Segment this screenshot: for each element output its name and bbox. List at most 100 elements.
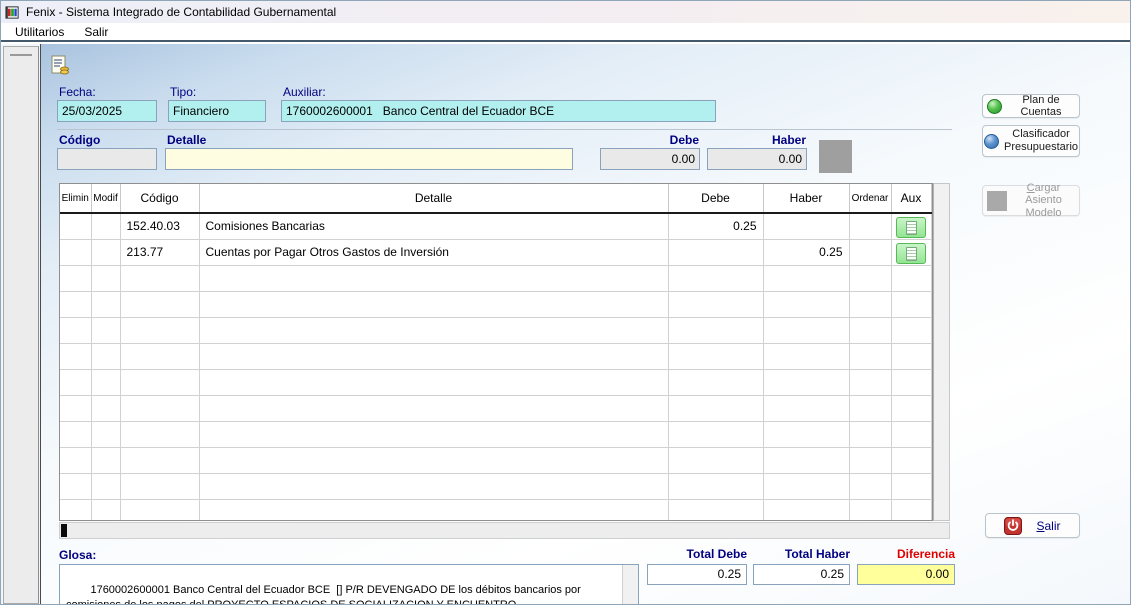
entry-row[interactable]: 152.40.03 Comisiones Bancarias 0.25 — [60, 213, 932, 240]
cell-haber — [763, 343, 850, 370]
col-aux: Aux — [891, 184, 932, 214]
gray-square-icon — [987, 190, 1007, 211]
cell-modif — [91, 213, 121, 240]
auxiliar-label: Auxiliar: — [283, 85, 326, 99]
empty-row[interactable] — [60, 369, 932, 396]
cell-debe — [668, 265, 764, 292]
col-modif: Modif — [91, 184, 121, 214]
auxiliar-field[interactable]: 1760002600001 Banco Central del Ecuador … — [281, 100, 716, 122]
entries-table: Elimin Modif Código Detalle Debe Haber O… — [59, 183, 933, 521]
tipo-field[interactable]: Financiero — [168, 100, 266, 122]
entry-row[interactable]: 213.77 Cuentas por Pagar Otros Gastos de … — [60, 239, 932, 266]
glosa-textarea[interactable]: 1760002600001 Banco Central del Ecuador … — [59, 564, 639, 605]
empty-row[interactable] — [60, 473, 932, 500]
empty-row[interactable] — [60, 265, 932, 292]
empty-row[interactable] — [60, 499, 932, 520]
cell-elimin — [60, 317, 92, 344]
separator-line — [57, 129, 952, 130]
glosa-text: 1760002600001 Banco Central del Ecuador … — [66, 583, 584, 605]
cell-haber — [763, 447, 850, 474]
fecha-field[interactable]: 25/03/2025 — [57, 100, 157, 122]
cell-ordenar — [849, 343, 892, 370]
cell-aux — [891, 473, 932, 500]
cell-haber: 0.25 — [763, 239, 850, 266]
codigo-input[interactable] — [57, 148, 157, 170]
title-bar: Fenix - Sistema Integrado de Contabilida… — [1, 1, 1130, 23]
left-splitter-panel[interactable] — [3, 46, 39, 604]
cell-codigo — [120, 317, 200, 344]
cell-modif — [91, 421, 121, 448]
empty-row[interactable] — [60, 343, 932, 370]
cell-aux — [891, 369, 932, 396]
cell-debe — [668, 473, 764, 500]
tipo-label: Tipo: — [170, 85, 197, 99]
cell-aux — [891, 239, 932, 266]
menu-utilitarios[interactable]: Utilitarios — [7, 24, 72, 40]
cell-elimin — [60, 213, 92, 240]
cell-ordenar — [849, 473, 892, 500]
plan-de-cuentas-button[interactable]: Plan de Cuentas — [982, 94, 1080, 118]
cell-codigo — [120, 343, 200, 370]
balance-status-square — [819, 140, 852, 173]
splitter-grip[interactable] — [10, 54, 32, 56]
empty-row[interactable] — [60, 421, 932, 448]
total-debe-label: Total Debe — [686, 547, 747, 561]
document-icon — [905, 246, 917, 261]
cell-elimin — [60, 369, 92, 396]
cell-modif — [91, 499, 121, 520]
cell-haber — [763, 421, 850, 448]
power-icon — [1004, 516, 1023, 535]
aux-document-button[interactable] — [896, 242, 926, 264]
cell-debe — [668, 317, 764, 344]
cell-debe — [668, 499, 764, 520]
empty-row[interactable] — [60, 291, 932, 318]
cell-codigo — [120, 473, 200, 500]
cargar-asiento-label: Cargar Asiento Modelo — [1025, 181, 1062, 219]
glosa-scrollbar[interactable] — [622, 565, 638, 604]
cell-aux — [891, 343, 932, 370]
haber-input[interactable]: 0.00 — [707, 148, 807, 170]
cell-debe — [668, 291, 764, 318]
cell-codigo — [120, 421, 200, 448]
table-horizontal-scrollbar[interactable] — [59, 522, 950, 539]
cell-modif — [91, 239, 121, 266]
scrollbar-thumb[interactable] — [61, 524, 67, 537]
glosa-label: Glosa: — [59, 548, 97, 562]
cell-elimin — [60, 343, 92, 370]
empty-row[interactable] — [60, 317, 932, 344]
cell-codigo — [120, 369, 200, 396]
cell-detalle — [199, 317, 669, 344]
empty-row[interactable] — [60, 447, 932, 474]
cell-debe — [668, 395, 764, 422]
debe-input[interactable]: 0.00 — [600, 148, 700, 170]
blue-sphere-icon — [984, 133, 1000, 149]
cell-detalle — [199, 265, 669, 292]
cell-debe — [668, 369, 764, 396]
cell-haber — [763, 473, 850, 500]
cell-codigo: 152.40.03 — [120, 213, 200, 240]
cell-haber — [763, 499, 850, 520]
detalle-input[interactable] — [165, 148, 573, 170]
cell-detalle — [199, 395, 669, 422]
cell-codigo — [120, 291, 200, 318]
cell-detalle — [199, 343, 669, 370]
cell-haber — [763, 369, 850, 396]
table-vertical-scrollbar[interactable] — [933, 183, 950, 521]
aux-document-button[interactable] — [896, 216, 926, 238]
haber-label: Haber — [771, 133, 806, 147]
clasificador-presupuestario-button[interactable]: Clasificador Presupuestario — [982, 125, 1080, 157]
document-coins-icon[interactable] — [48, 54, 72, 78]
salir-label: Salir — [1036, 518, 1061, 533]
empty-row[interactable] — [60, 395, 932, 422]
cell-ordenar — [849, 265, 892, 292]
cell-detalle — [199, 447, 669, 474]
cell-elimin — [60, 499, 92, 520]
menu-salir[interactable]: Salir — [76, 24, 116, 40]
codigo-label: Código — [59, 133, 101, 147]
cell-aux — [891, 499, 932, 520]
total-haber-field: 0.25 — [753, 564, 850, 585]
salir-button[interactable]: Salir — [985, 513, 1080, 538]
cell-haber — [763, 291, 850, 318]
cell-codigo — [120, 447, 200, 474]
cell-aux — [891, 317, 932, 344]
